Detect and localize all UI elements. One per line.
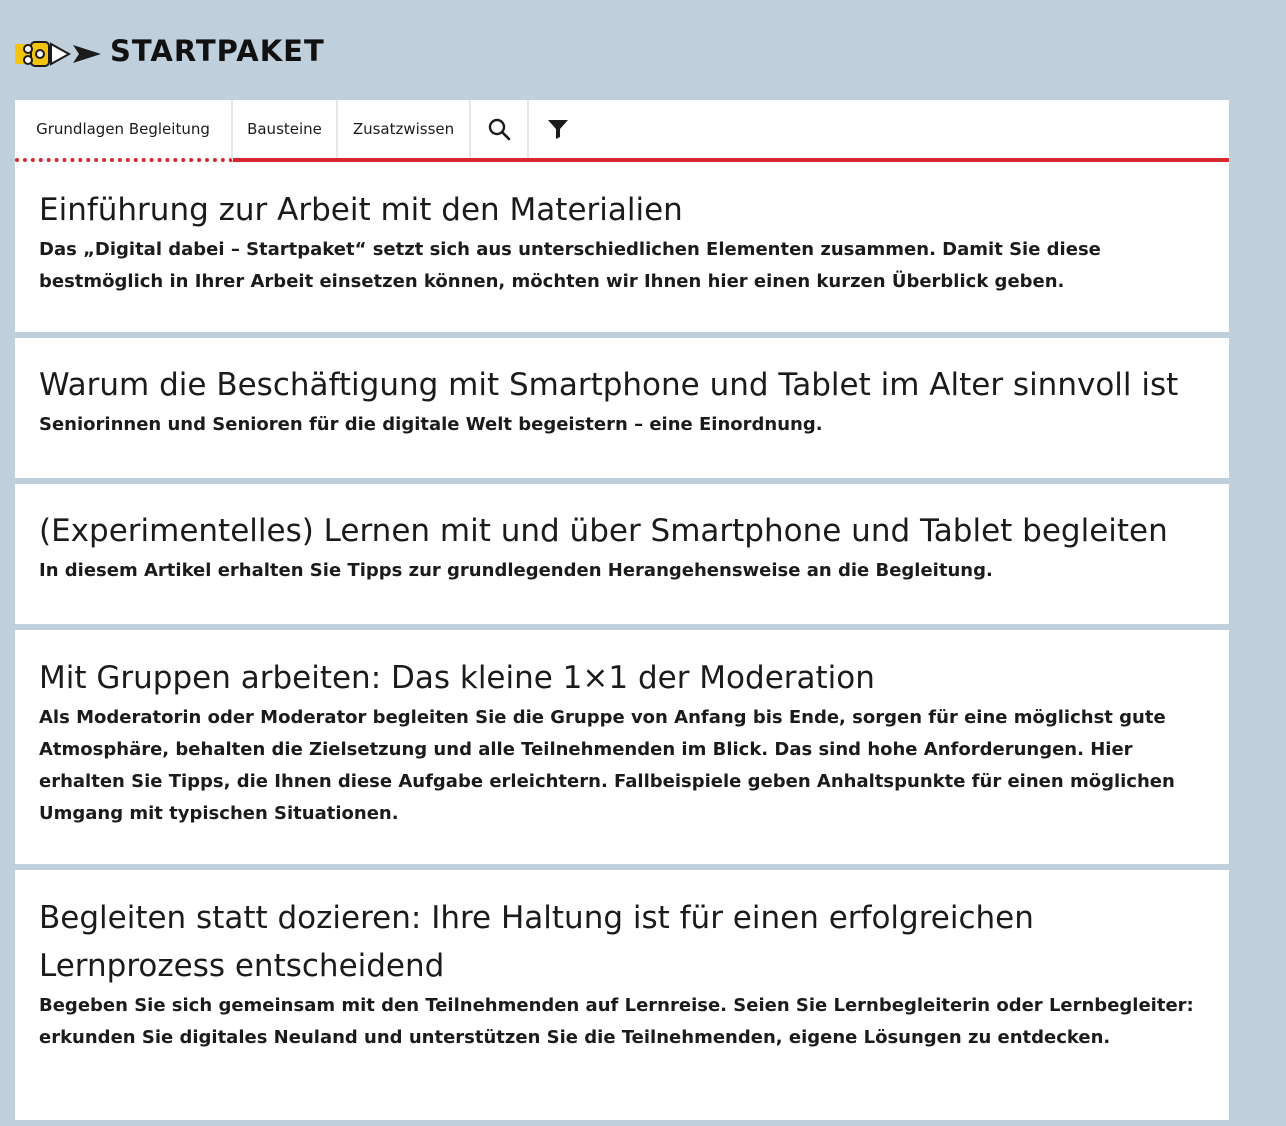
logo[interactable] — [15, 36, 105, 72]
article-title[interactable]: Warum die Beschäftigung mit Smartphone u… — [39, 361, 1205, 409]
filter-icon — [548, 120, 568, 139]
article-teaser: Als Moderatorin oder Moderator begleiten… — [39, 707, 1175, 824]
tab-bar: Grundlagen Begleitung Bausteine Zusatzwi… — [15, 100, 1229, 162]
article-title[interactable]: Begleiten statt dozieren: Ihre Haltung i… — [39, 894, 1205, 990]
article-title[interactable]: (Experimentelles) Lernen mit und über Sm… — [39, 507, 1205, 555]
tab-bausteine[interactable]: Bausteine — [233, 100, 338, 158]
article-card[interactable]: Mit Gruppen arbeiten: Das kleine 1×1 der… — [15, 630, 1229, 864]
tab-zusatzwissen[interactable]: Zusatzwissen — [338, 100, 471, 158]
article-title[interactable]: Mit Gruppen arbeiten: Das kleine 1×1 der… — [39, 654, 1205, 702]
article-card[interactable]: Warum die Beschäftigung mit Smartphone u… — [15, 338, 1229, 478]
article-card[interactable]: Begleiten statt dozieren: Ihre Haltung i… — [15, 870, 1229, 1120]
digital-dabei-logo-icon — [15, 41, 101, 67]
search-icon — [488, 118, 511, 141]
article-list: Einführung zur Arbeit mit den Materialie… — [15, 162, 1229, 1126]
brand-title: STARTPAKET — [110, 34, 325, 68]
article-teaser: In diesem Artikel erhalten Sie Tipps zur… — [39, 560, 993, 581]
article-teaser: Begeben Sie sich gemeinsam mit den Teiln… — [39, 995, 1194, 1048]
header: STARTPAKET — [0, 0, 1286, 100]
filter-tab[interactable] — [529, 100, 587, 158]
article-card[interactable]: (Experimentelles) Lernen mit und über Sm… — [15, 484, 1229, 624]
article-card[interactable]: Einführung zur Arbeit mit den Materialie… — [15, 162, 1229, 332]
article-teaser: Das „Digital dabei – Startpaket“ setzt s… — [39, 239, 1101, 292]
article-title[interactable]: Einführung zur Arbeit mit den Materialie… — [39, 186, 1205, 234]
article-teaser: Seniorinnen und Senioren für die digital… — [39, 414, 823, 435]
search-tab[interactable] — [471, 100, 529, 158]
tab-grundlagen-begleitung[interactable]: Grundlagen Begleitung — [15, 100, 233, 162]
